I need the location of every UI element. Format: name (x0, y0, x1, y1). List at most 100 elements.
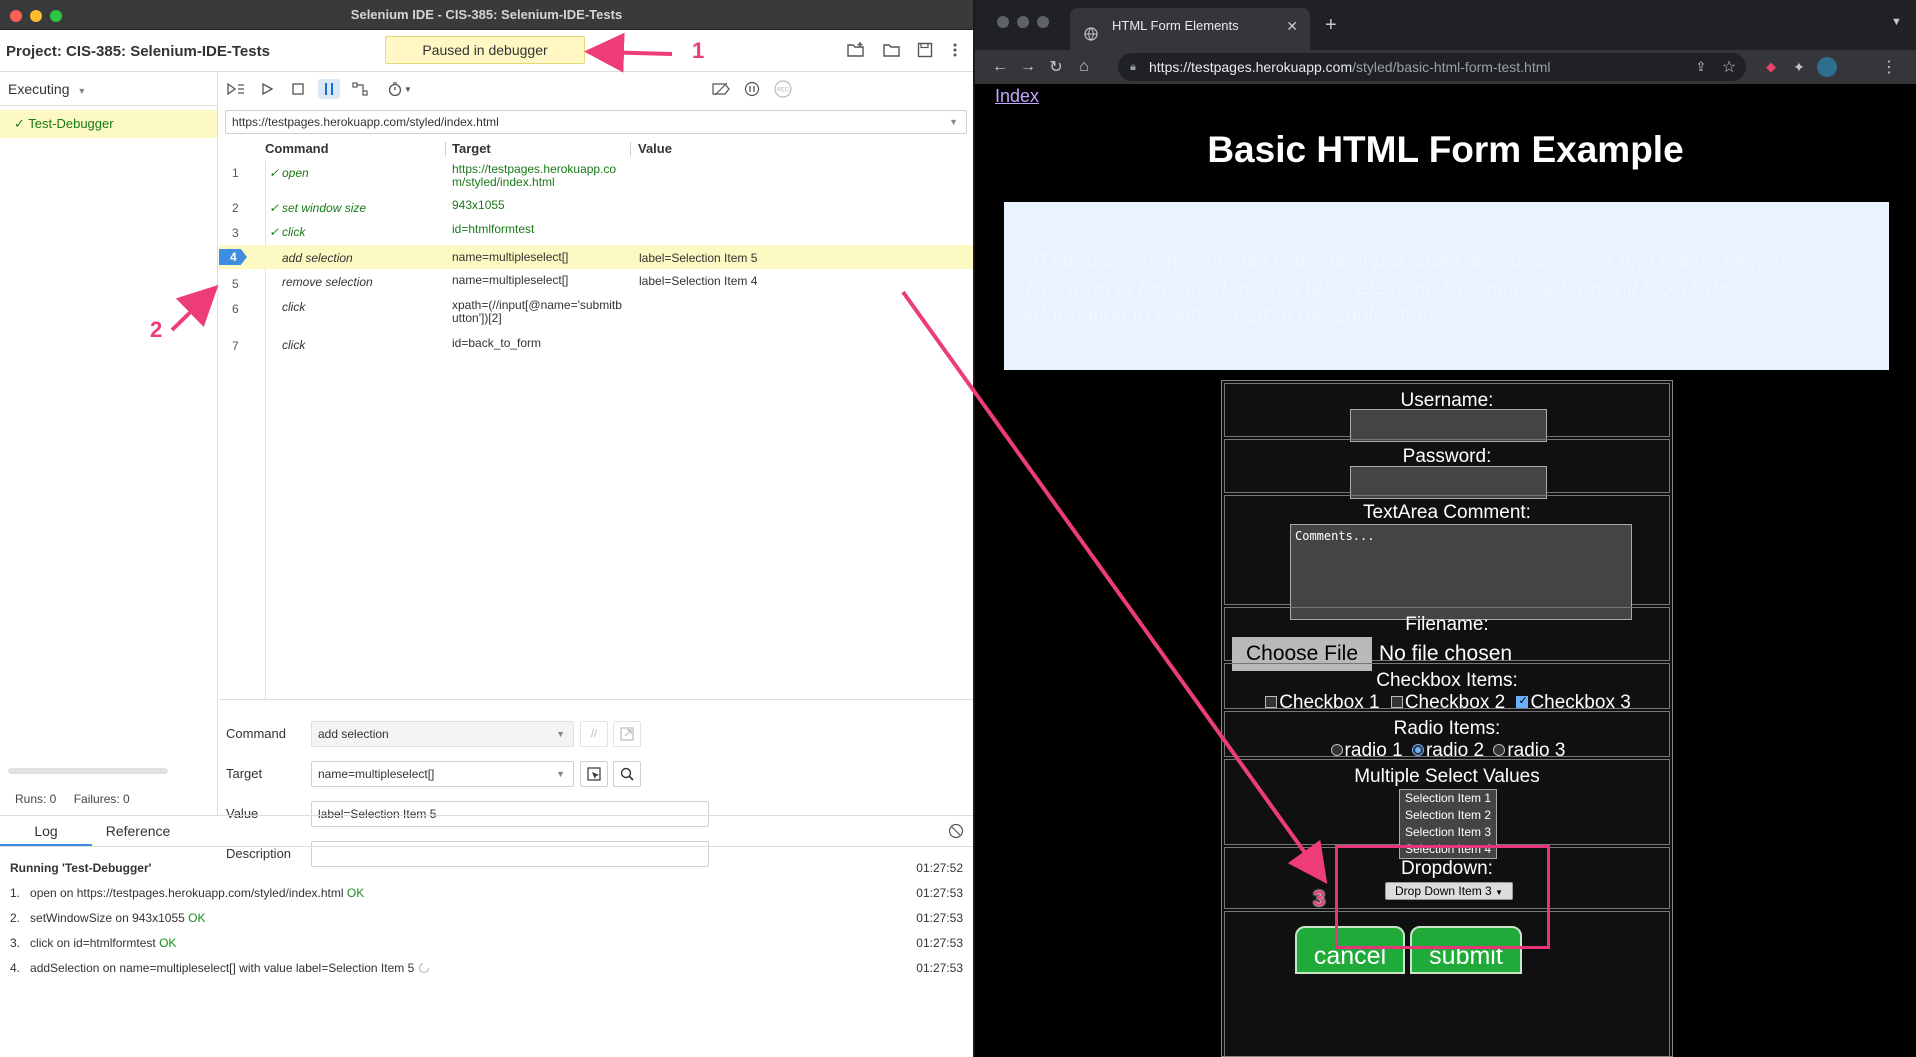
timer-speed-icon[interactable]: ▼ (385, 79, 415, 99)
intro-text: HTML uses form elements with sub input, … (1023, 250, 1815, 327)
log-entry-text: click on id=htmlformtest (30, 936, 156, 950)
base-url-value: https://testpages.herokuapp.com/styled/i… (232, 115, 499, 129)
disable-breakpoints-icon[interactable] (710, 79, 732, 99)
radio-2[interactable] (1411, 744, 1424, 756)
base-url-select[interactable]: https://testpages.herokuapp.com/styled/i… (225, 110, 967, 134)
command-row[interactable]: 1 ✓ open https://testpages.herokuapp.com… (219, 160, 973, 195)
divider (0, 846, 973, 847)
close-window-button[interactable] (997, 16, 1009, 28)
reload-icon[interactable]: ↻ (1045, 56, 1067, 78)
horizontal-scrollbar[interactable] (8, 768, 168, 774)
checkbox-1[interactable] (1265, 696, 1278, 708)
pause-icon[interactable] (318, 79, 340, 99)
chevron-down-icon: ▼ (556, 769, 565, 779)
close-window-button[interactable] (10, 10, 22, 22)
tab-reference[interactable]: Reference (92, 816, 184, 846)
extensions-puzzle-icon[interactable]: ✦ (1788, 56, 1810, 78)
command-row[interactable]: 7 click id=back_to_form (219, 331, 973, 355)
dropdown-value: Drop Down Item 3 (1395, 884, 1492, 898)
minimize-window-button[interactable] (30, 10, 42, 22)
log-entry-num: 4. (10, 961, 21, 975)
new-tab-icon[interactable]: + (1325, 14, 1337, 37)
breakpoint-marker[interactable]: 4 (219, 249, 247, 265)
submit-button[interactable]: submit (1410, 926, 1522, 974)
row-target: id=back_to_form (452, 336, 542, 350)
radio-1[interactable] (1330, 744, 1343, 756)
log-entry: 2. setWindowSize on 943x1055 OK (10, 911, 205, 925)
run-current-test-icon[interactable] (256, 79, 278, 99)
select-target-icon[interactable] (580, 761, 608, 787)
back-arrow-icon[interactable]: ← (989, 56, 1011, 78)
radio-3[interactable] (1493, 744, 1506, 756)
new-folder-icon[interactable] (846, 40, 866, 60)
status-badge: Paused in debugger (385, 36, 585, 64)
minimize-window-button[interactable] (1017, 16, 1029, 28)
comments-textarea[interactable]: Comments... (1290, 524, 1632, 620)
save-project-icon[interactable] (915, 40, 935, 60)
browser-toolbar: ← → ↻ ⌂ 🔒︎ https://testpages.herokuapp.c… (975, 50, 1916, 84)
command-row[interactable]: 5 remove selection name=multipleselect[]… (219, 269, 973, 293)
row-target: name=multipleselect[] (452, 250, 569, 264)
clear-log-icon[interactable] (948, 823, 964, 842)
select-option[interactable]: Selection Item 3 (1400, 824, 1496, 841)
log-entry: 3. click on id=htmlformtest OK (10, 936, 176, 950)
select-option[interactable]: Selection Item 2 (1400, 807, 1496, 824)
textarea-cell: TextArea Comment: Comments... (1224, 495, 1670, 620)
radio-3-label: radio 3 (1507, 740, 1566, 761)
browser-window: HTML Form Elements ✕ + ▼ ← → ↻ ⌂ 🔒︎ http… (973, 0, 1916, 1057)
tab-search-chevron-icon[interactable]: ▼ (1891, 16, 1902, 28)
checkbox-2-label: Checkbox 2 (1404, 692, 1506, 713)
close-tab-icon[interactable]: ✕ (1286, 8, 1298, 44)
run-all-tests-icon[interactable] (225, 79, 247, 99)
more-options-icon[interactable] (945, 40, 965, 60)
column-header-value: Value (638, 141, 672, 156)
checkbox-3[interactable] (1516, 694, 1529, 708)
ide-title-bar: Selenium IDE - CIS-385: Selenium-IDE-Tes… (0, 0, 973, 30)
open-reference-icon[interactable] (613, 721, 641, 747)
address-bar[interactable]: 🔒︎ https://testpages.herokuapp.com/style… (1118, 53, 1746, 81)
tab-log[interactable]: Log (0, 816, 92, 846)
stop-icon[interactable] (287, 79, 309, 99)
selenium-extension-icon[interactable]: ◆ (1760, 56, 1782, 78)
cancel-button[interactable]: cancel (1295, 926, 1405, 974)
test-item-label: Test-Debugger (28, 116, 114, 131)
select-option[interactable]: Selection Item 1 (1400, 790, 1496, 807)
browser-tab-bar: HTML Form Elements ✕ + ▼ (975, 0, 1916, 50)
star-icon[interactable]: ☆ (1718, 56, 1740, 78)
record-icon[interactable]: REC (772, 79, 794, 99)
step-over-icon[interactable] (349, 79, 371, 99)
pause-on-exceptions-icon[interactable] (741, 79, 763, 99)
command-row[interactable]: 2 ✓ set window size 943x1055 (219, 195, 973, 219)
command-row-current[interactable]: 4 add selection name=multipleselect[] la… (219, 245, 973, 269)
username-input[interactable] (1350, 409, 1547, 442)
index-link[interactable]: Index (995, 86, 1039, 107)
executing-dropdown[interactable]: Executing ▼ (0, 72, 217, 106)
zoom-window-button[interactable] (1037, 16, 1049, 28)
command-row[interactable]: 3 ✓ click id=htmlformtest (219, 219, 973, 243)
zoom-window-button[interactable] (50, 10, 62, 22)
log-entry-text: setWindowSize on 943x1055 (30, 911, 185, 925)
checkbox-2[interactable] (1390, 696, 1403, 708)
test-item[interactable]: ✓ Test-Debugger (0, 110, 217, 138)
log-time: 01:27:53 (916, 961, 963, 975)
find-target-search-icon[interactable] (613, 761, 641, 787)
comment-toggle-button[interactable]: // (580, 721, 608, 747)
chevron-down-icon: ▼ (77, 86, 87, 96)
command-input[interactable]: add selection ▼ (311, 721, 574, 747)
row-command: add selection (282, 251, 353, 265)
share-icon[interactable]: ⇪ (1690, 56, 1712, 78)
target-input[interactable]: name=multipleselect[] ▼ (311, 761, 574, 787)
dropdown-select[interactable]: Drop Down Item 3 ▼ (1385, 882, 1513, 900)
row-command: click (282, 225, 306, 239)
home-icon[interactable]: ⌂ (1073, 56, 1095, 78)
more-vertical-icon[interactable]: ⋮ (1878, 56, 1900, 78)
command-input-value: add selection (318, 727, 389, 741)
row-value: label=Selection Item 5 (639, 251, 758, 265)
browser-tab[interactable]: HTML Form Elements ✕ (1070, 8, 1310, 50)
row-number: 7 (232, 339, 239, 353)
open-project-icon[interactable] (882, 40, 902, 60)
command-row[interactable]: 6 click xpath=(//input[@name='submitbutt… (219, 293, 973, 331)
forward-arrow-icon[interactable]: → (1017, 56, 1039, 78)
checkmark-icon: ✓ (14, 116, 25, 131)
avatar[interactable] (1816, 56, 1838, 78)
